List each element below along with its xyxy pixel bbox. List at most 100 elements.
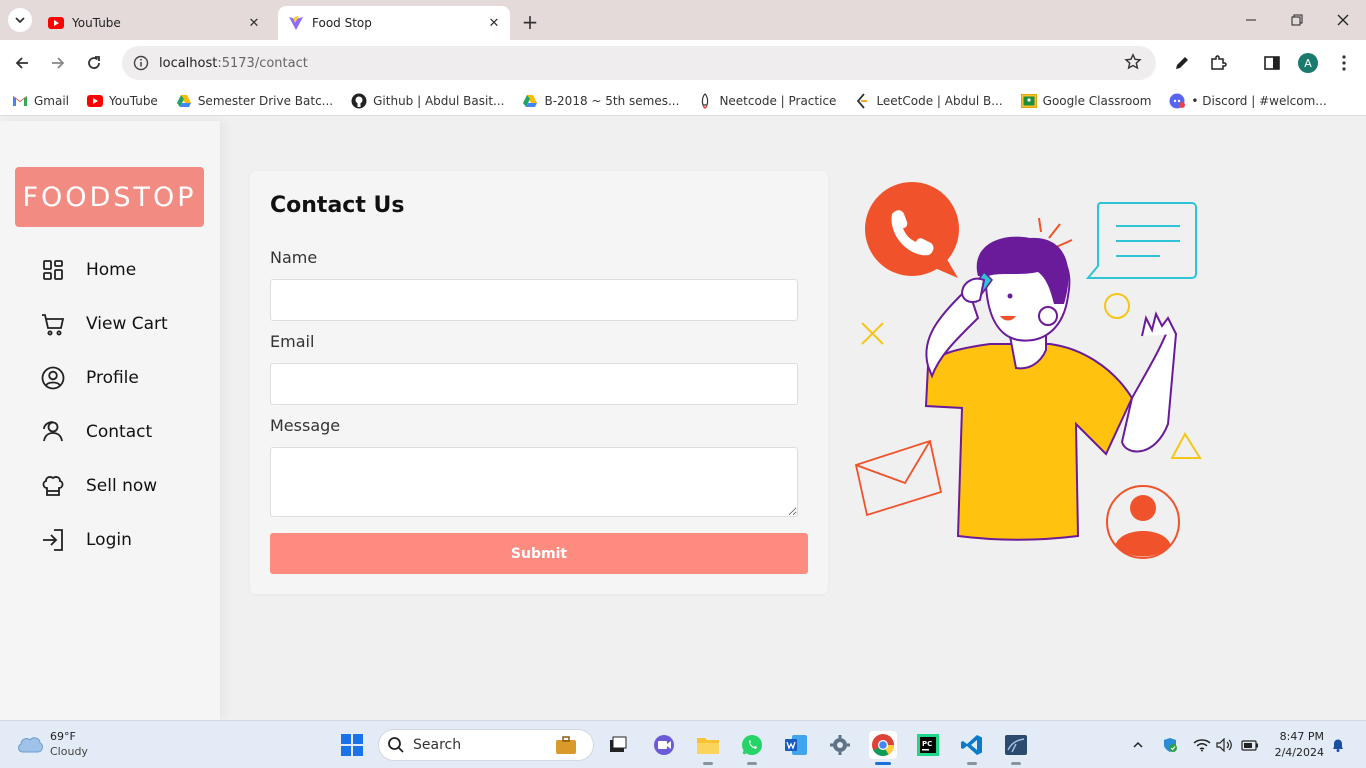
- sidebar-item-login[interactable]: Login: [40, 525, 132, 555]
- taskbar-app-chrome[interactable]: [869, 731, 897, 765]
- new-tab-button[interactable]: +: [518, 10, 542, 34]
- bookmark-discord[interactable]: • Discord | #welcom...: [1169, 93, 1327, 109]
- bookmark-label: Gmail: [34, 93, 70, 108]
- bookmark-star-icon[interactable]: [1124, 53, 1142, 75]
- drive-icon: [176, 93, 192, 109]
- sidebar-item-sell-now[interactable]: Sell now: [40, 471, 157, 501]
- name-label: Name: [270, 248, 318, 267]
- profile-avatar[interactable]: A: [1298, 53, 1318, 73]
- close-tab-icon[interactable]: ✕: [244, 13, 264, 33]
- search-label: Search: [413, 737, 462, 753]
- envelope-icon: [854, 439, 943, 517]
- bookmark-github[interactable]: Github | Abdul Basit...: [351, 93, 504, 109]
- taskbar-app-whatsapp[interactable]: [738, 731, 766, 765]
- bookmark-label: Semester Drive Batc...: [197, 93, 334, 108]
- battery-tray-icon[interactable]: [1240, 735, 1260, 755]
- sidebar-item-home[interactable]: Home: [40, 255, 136, 285]
- notifications-button[interactable]: [1328, 735, 1348, 755]
- edit-extension-icon[interactable]: [1170, 51, 1194, 75]
- minimize-button[interactable]: [1236, 8, 1266, 32]
- bookmark-leetcode[interactable]: LeetCode | Abdul B...: [854, 92, 1003, 109]
- chevron-up-icon: [1133, 741, 1143, 748]
- sidebar-item-label: Home: [86, 260, 137, 280]
- more-menu-icon[interactable]: [1332, 51, 1356, 75]
- sidebar-item-label: Profile: [86, 368, 139, 388]
- tab-search-button[interactable]: [8, 8, 32, 32]
- phone-bubble-icon: [865, 182, 959, 278]
- sidebar-item-label: View Cart: [86, 314, 168, 334]
- task-view-icon: [610, 736, 627, 752]
- browser-tab-bar: YouTube ✕ Food Stop ✕ +: [0, 0, 1366, 40]
- start-button[interactable]: [340, 733, 364, 757]
- taskbar-search[interactable]: Search: [378, 729, 594, 761]
- submit-button[interactable]: Submit: [270, 533, 808, 574]
- pycharm-icon: PC: [917, 734, 939, 756]
- bookmark-youtube[interactable]: YouTube: [87, 93, 158, 109]
- sidebar-item-profile[interactable]: Profile: [40, 363, 139, 393]
- weather-temp: 69°F: [50, 730, 76, 743]
- taskbar-app-word[interactable]: [782, 731, 810, 759]
- search-icon: [388, 737, 404, 753]
- url-text[interactable]: localhost:5173/contact: [159, 56, 308, 71]
- bookmark-semester-drive[interactable]: Semester Drive Batc...: [176, 93, 333, 109]
- taskbar-app-taskview[interactable]: [604, 731, 632, 759]
- sidebar-item-label: Contact: [86, 422, 153, 442]
- forward-button[interactable]: [46, 51, 70, 75]
- sidebar-item-view-cart[interactable]: View Cart: [40, 309, 168, 339]
- side-panel-icon[interactable]: [1260, 51, 1284, 75]
- windows-taskbar: 69°F Cloudy Search PC 8:47 PM 2/4/2024: [0, 720, 1366, 768]
- wifi-icon: [1193, 739, 1211, 752]
- weather-desc: Cloudy: [50, 745, 88, 758]
- url-host: localhost: [159, 55, 218, 71]
- security-tray-icon[interactable]: [1160, 735, 1180, 755]
- close-window-button[interactable]: [1328, 8, 1358, 32]
- extensions-puzzle-icon[interactable]: [1206, 51, 1230, 75]
- taskbar-app-file-explorer[interactable]: [694, 731, 722, 765]
- cloud-icon: [18, 737, 43, 753]
- taskbar-app-vscode[interactable]: [958, 731, 986, 765]
- github-icon: [351, 93, 367, 109]
- back-button[interactable]: [10, 51, 34, 75]
- address-bar[interactable]: localhost:5173/contact: [122, 46, 1156, 80]
- restore-icon: [1291, 14, 1303, 26]
- close-tab-icon[interactable]: ✕: [484, 13, 504, 33]
- name-field[interactable]: [270, 279, 798, 321]
- gear-icon: [830, 735, 850, 755]
- tab-food-stop[interactable]: Food Stop ✕: [278, 6, 510, 40]
- tab-title: Food Stop: [312, 16, 372, 30]
- url-path: :5173/contact: [217, 55, 308, 71]
- weather-widget[interactable]: 69°F Cloudy: [16, 729, 88, 759]
- vite-icon: [288, 15, 304, 31]
- sidebar-item-contact[interactable]: Contact: [40, 417, 152, 447]
- restore-button[interactable]: [1282, 8, 1312, 32]
- svg-text:PC: PC: [922, 740, 932, 748]
- tab-youtube[interactable]: YouTube ✕: [38, 6, 270, 40]
- bookmark-gmail[interactable]: Gmail: [12, 93, 69, 109]
- bell-icon: [1333, 739, 1343, 752]
- reload-button[interactable]: [82, 51, 106, 75]
- dashboard-icon: [40, 257, 66, 283]
- bookmark-label: YouTube: [109, 93, 158, 108]
- system-clock[interactable]: 8:47 PM 2/4/2024: [1270, 729, 1324, 761]
- email-field[interactable]: [270, 363, 798, 405]
- user-badge-icon: [1106, 485, 1180, 559]
- tab-title: YouTube: [72, 16, 121, 30]
- login-icon: [40, 527, 66, 553]
- show-hidden-icons-button[interactable]: [1128, 735, 1148, 755]
- site-info-icon[interactable]: [124, 55, 158, 71]
- wifi-tray-icon[interactable]: [1192, 735, 1212, 755]
- bookmark-b2018-drive[interactable]: B-2018 ~ 5th semes...: [522, 93, 679, 109]
- volume-tray-icon[interactable]: [1215, 735, 1235, 755]
- message-label: Message: [270, 416, 341, 435]
- chef-hat-icon: [40, 473, 66, 499]
- chat-bubble-icon: [1085, 202, 1197, 279]
- taskbar-app-mysql-workbench[interactable]: [1002, 731, 1030, 765]
- foodstop-logo[interactable]: FOODSTOP: [15, 167, 204, 227]
- message-field[interactable]: [270, 447, 798, 517]
- taskbar-app-pycharm[interactable]: PC: [914, 731, 942, 759]
- sidebar-item-label: Login: [86, 530, 132, 550]
- taskbar-app-meet[interactable]: [650, 731, 678, 759]
- bookmark-neetcode[interactable]: Neetcode | Practice: [697, 92, 836, 109]
- taskbar-app-settings[interactable]: [826, 731, 854, 759]
- bookmark-google-classroom[interactable]: Google Classroom: [1020, 93, 1151, 109]
